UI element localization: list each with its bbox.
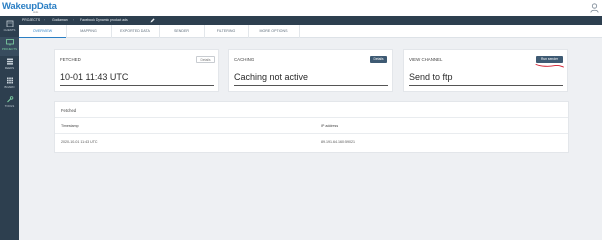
tab-more-options[interactable]: MORE OPTIONS xyxy=(248,25,299,38)
red-underline-annotation xyxy=(535,64,564,68)
tab-exported-data[interactable]: EXPORTED DATA xyxy=(111,25,159,38)
column-header-timestamp: Timestamp xyxy=(61,124,79,128)
sidebar-item-label: CLIENTS xyxy=(3,28,16,32)
breadcrumb: PROJECTS › Godiaman › Facebook Dynamic p… xyxy=(19,16,602,25)
breadcrumb-item-client[interactable]: Godiaman xyxy=(52,18,68,22)
sidebar-item-label: BOARD xyxy=(4,85,15,89)
logo-subtitle: tools xyxy=(33,11,39,14)
pencil-icon[interactable] xyxy=(150,17,155,23)
wakeupdata-logo[interactable]: WakeupData xyxy=(2,1,57,12)
grid-icon xyxy=(6,77,13,84)
fetched-panel: Fetched Timestamp IP address 2020-10-01 … xyxy=(54,101,569,153)
card-underline xyxy=(409,85,563,86)
fetched-panel-title: Fetched xyxy=(61,108,77,113)
fetched-value: 10-01 11:43 UTC xyxy=(60,72,129,82)
card-underline xyxy=(234,85,388,86)
stack-icon xyxy=(6,58,13,65)
panel-divider xyxy=(55,117,568,118)
sidebar-item-projects[interactable]: PROJECTS xyxy=(0,37,19,56)
panel-divider xyxy=(55,133,568,134)
monitor-icon xyxy=(5,39,14,46)
breadcrumb-separator: › xyxy=(44,18,46,22)
sidebar-item-feeds[interactable]: FEEDS xyxy=(0,56,19,75)
breadcrumb-separator: › xyxy=(73,18,75,22)
caching-card: CACHING Details Caching not active xyxy=(228,49,393,92)
view-channel-card: VIEW CHANNEL Run sender Send to ftp xyxy=(403,49,568,92)
caching-label: CACHING xyxy=(234,57,255,62)
fetched-details-button[interactable]: Details xyxy=(196,56,215,63)
sidebar-item-label: PROJECTS xyxy=(2,47,17,51)
tab-mapping[interactable]: MAPPING xyxy=(66,25,111,38)
sidebar-item-board[interactable]: BOARD xyxy=(0,75,19,94)
user-icon[interactable] xyxy=(590,3,599,13)
caching-value: Caching not active xyxy=(234,72,309,82)
sidebar-item-label: TOOLS xyxy=(4,104,15,108)
sidebar: CLIENTS PROJECTS FEEDS BOARD TOOLS xyxy=(0,16,19,240)
breadcrumb-item-projects[interactable]: PROJECTS xyxy=(22,18,40,22)
caching-details-button[interactable]: Details xyxy=(370,56,387,63)
sidebar-item-clients[interactable]: CLIENTS xyxy=(0,18,19,37)
column-header-ip-address: IP address xyxy=(321,124,339,128)
breadcrumb-item-project[interactable]: Facebook Dynamic product ads xyxy=(80,18,128,22)
view-channel-value: Send to ftp xyxy=(409,72,453,82)
tab-overview[interactable]: OVERVIEW xyxy=(19,25,66,38)
table-cell-timestamp: 2020-10-01 11:43 UTC xyxy=(61,140,98,144)
fetched-card: FETCHED Details 10-01 11:43 UTC xyxy=(54,49,219,92)
top-header: WakeupData tools xyxy=(0,0,602,16)
tab-filtering[interactable]: FILTERING xyxy=(204,25,248,38)
fetched-label: FETCHED xyxy=(60,57,81,62)
sidebar-item-tools[interactable]: TOOLS xyxy=(0,94,19,113)
view-channel-label: VIEW CHANNEL xyxy=(409,57,443,62)
tab-sender[interactable]: SENDER xyxy=(159,25,204,38)
sidebar-item-label: FEEDS xyxy=(4,66,15,70)
wrench-icon xyxy=(6,96,13,103)
table-cell-ip-address: 89.191.64.160:59021 xyxy=(321,140,355,144)
card-underline xyxy=(60,85,214,86)
tab-divider xyxy=(299,25,300,38)
tab-bar: OVERVIEW MAPPING EXPORTED DATA SENDER FI… xyxy=(19,25,602,38)
building-icon xyxy=(6,20,13,27)
